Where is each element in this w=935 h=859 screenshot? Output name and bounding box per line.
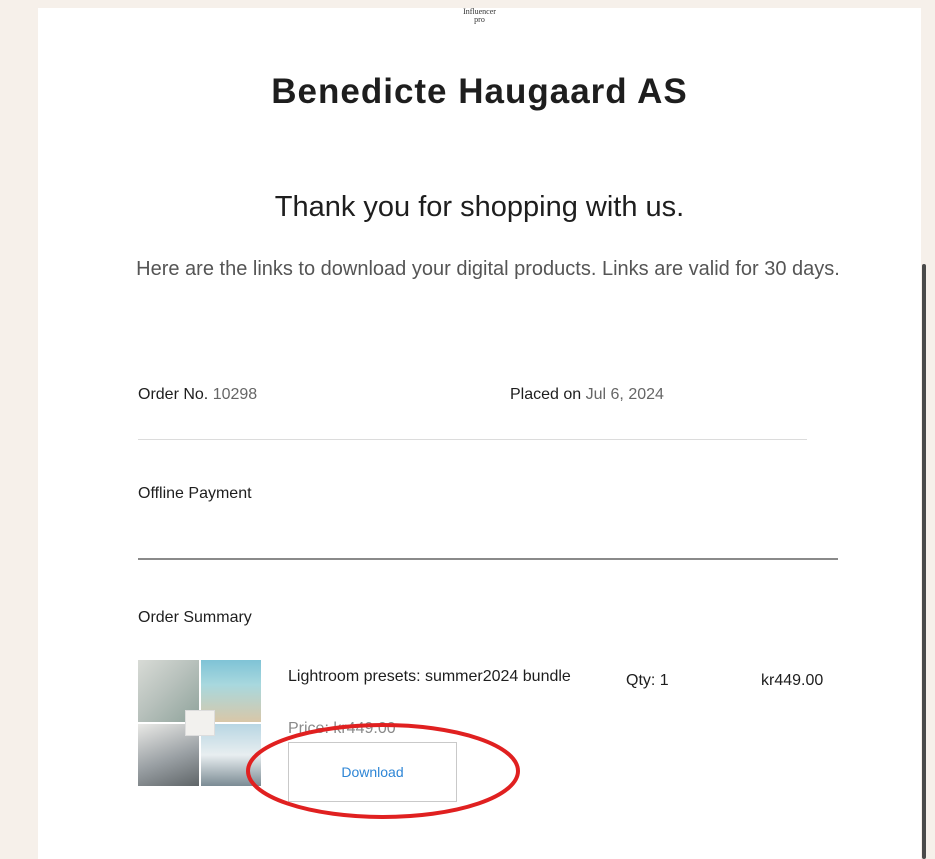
order-summary-title: Order Summary	[138, 609, 252, 626]
divider	[138, 558, 838, 560]
download-button[interactable]: Download	[288, 742, 457, 802]
email-card: Influencer pro Benedicte Haugaard AS Tha…	[38, 8, 921, 859]
brand-title: Benedicte Haugaard AS	[271, 72, 688, 111]
payment-method: Offline Payment	[138, 485, 252, 502]
placed-label: Placed on	[510, 386, 582, 403]
placed-value: Jul 6, 2024	[585, 386, 664, 403]
order-number-value: 10298	[212, 386, 258, 403]
product-name: Lightroom presets: summer2024 bundle	[288, 668, 571, 685]
divider	[138, 439, 807, 440]
order-number: Order No. 10298	[138, 386, 257, 404]
order-placed-date: Placed on Jul 6, 2024	[510, 386, 664, 404]
product-price: Price: kr449.00	[288, 720, 396, 737]
thank-you-heading: Thank you for shopping with us.	[274, 191, 685, 223]
thumb-badge	[185, 710, 215, 736]
product-collage-image	[138, 660, 261, 786]
intro-text: Here are the links to download your digi…	[136, 258, 840, 280]
influencer-pro-logo: Influencer pro	[38, 8, 921, 24]
product-total: kr449.00	[761, 672, 824, 689]
order-number-label: Order No.	[138, 386, 209, 403]
scrollbar[interactable]	[922, 264, 926, 859]
logo-line2: pro	[474, 15, 485, 24]
product-qty: Qty: 1	[626, 672, 669, 689]
